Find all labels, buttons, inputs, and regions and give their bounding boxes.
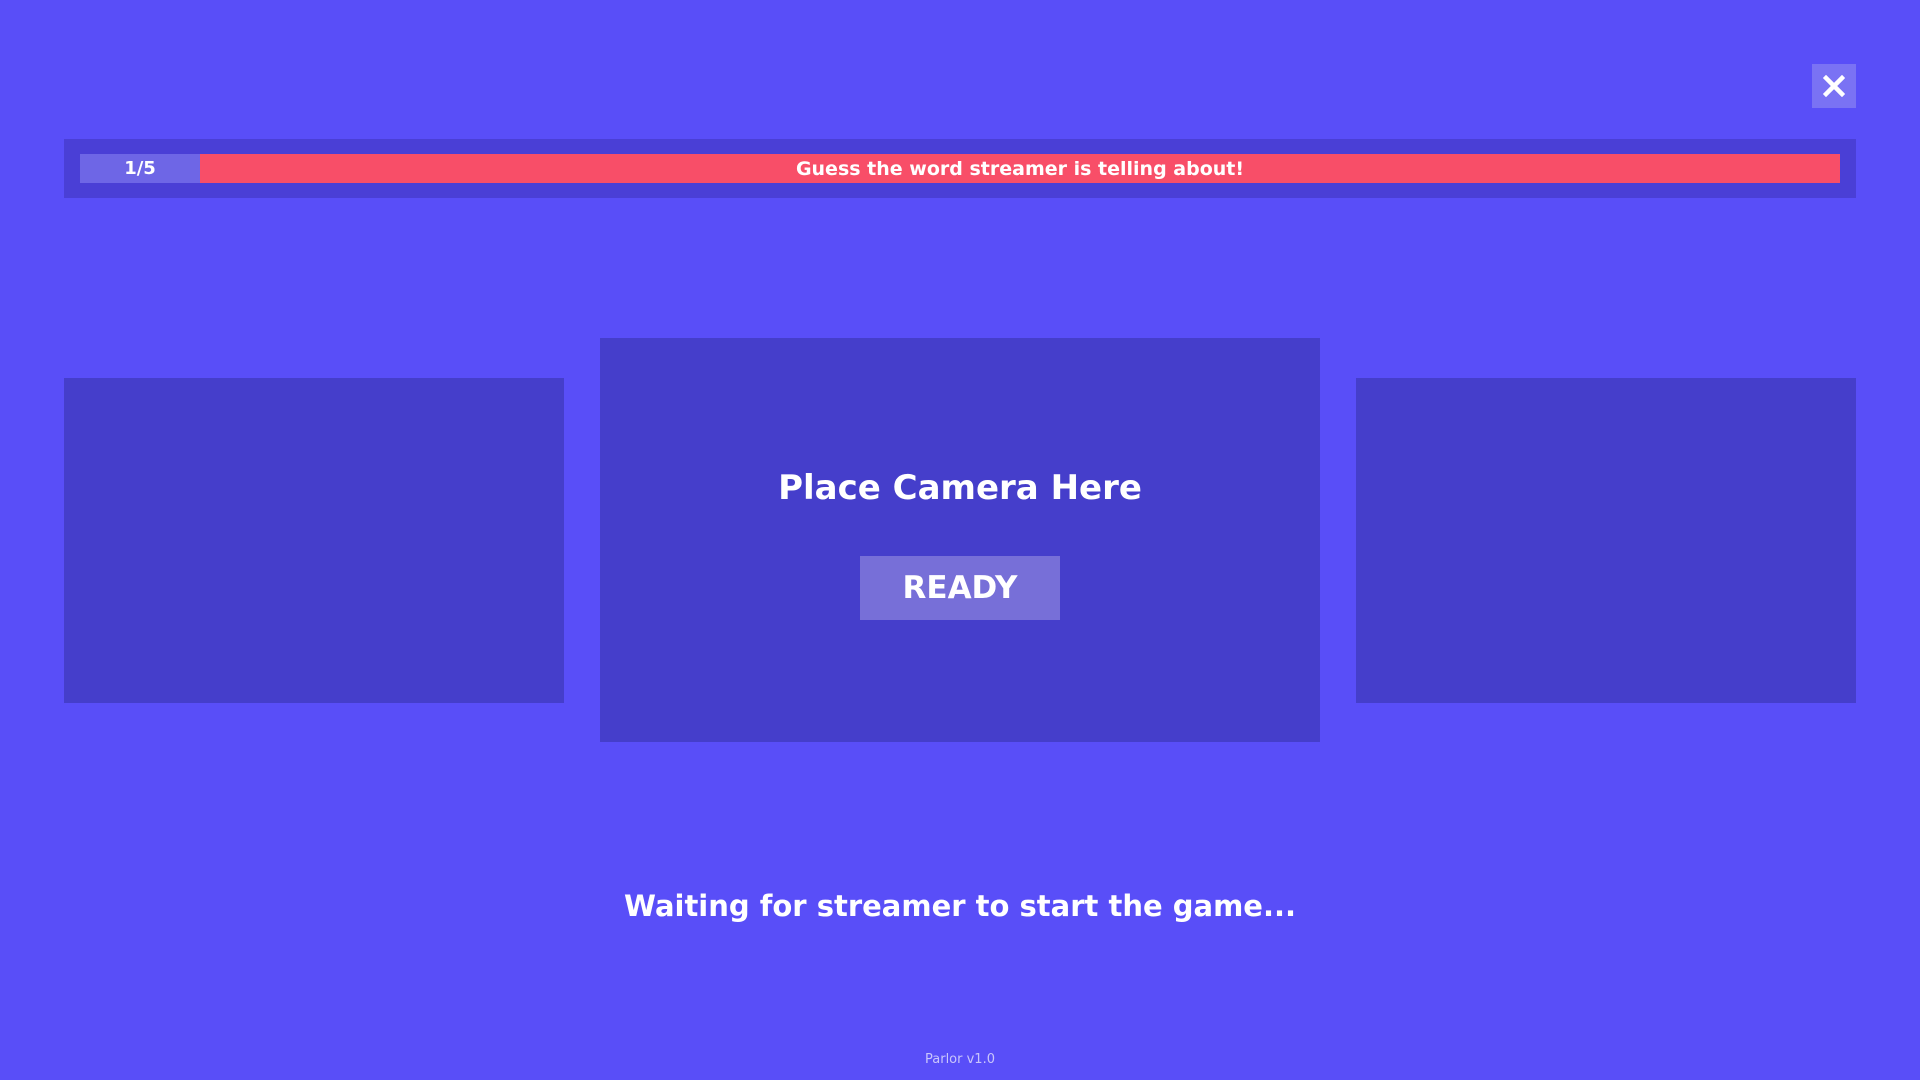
player-panel-left (64, 378, 564, 703)
round-indicator: 1/5 (80, 154, 200, 183)
close-icon (1823, 75, 1845, 97)
header-bar: 1/5 Guess the word streamer is telling a… (64, 139, 1856, 198)
prompt-banner: Guess the word streamer is telling about… (200, 154, 1840, 183)
camera-placeholder-title: Place Camera Here (778, 468, 1142, 508)
ready-button[interactable]: READY (860, 556, 1060, 620)
camera-panel: Place Camera Here READY (600, 338, 1320, 742)
player-panel-right (1356, 378, 1856, 703)
status-message: Waiting for streamer to start the game..… (623, 889, 1297, 923)
close-button[interactable] (1812, 64, 1856, 108)
version-label: Parlor v1.0 (925, 1052, 995, 1067)
